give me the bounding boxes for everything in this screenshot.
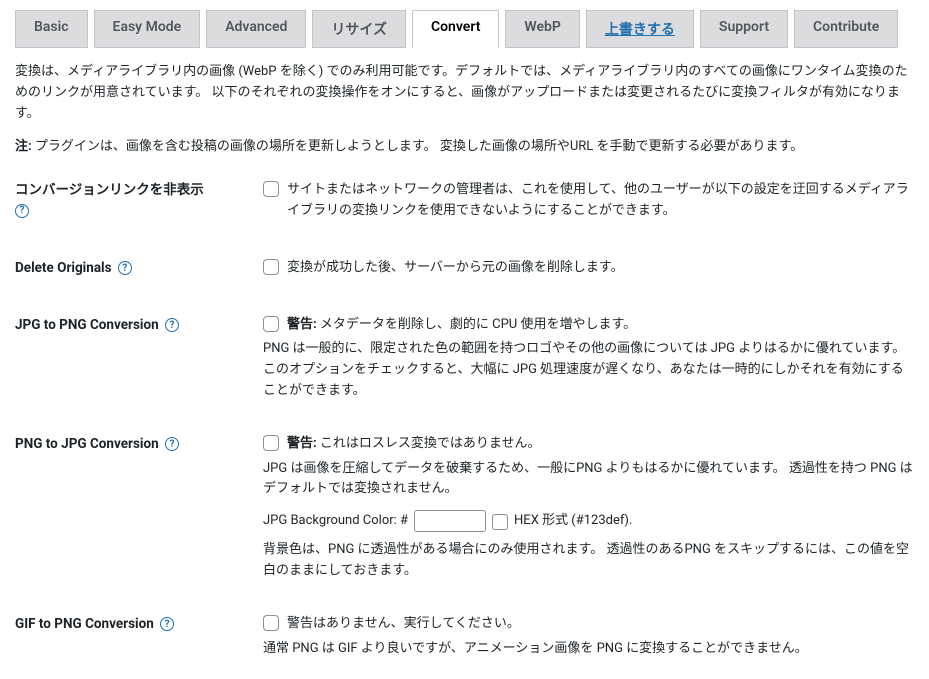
help-icon[interactable]: ?: [165, 318, 179, 332]
row-jpg-to-png: JPG to PNG Conversion ? 警告: メタデータを削除し、劇的…: [15, 315, 914, 402]
checkbox-jpg-to-png[interactable]: [263, 316, 279, 332]
settings-tabs: Basic Easy Mode Advanced リサイズ Convert We…: [15, 10, 914, 48]
tab-basic[interactable]: Basic: [15, 10, 88, 48]
label-gif-to-png: GIF to PNG Conversion ?: [15, 614, 263, 634]
checkbox-hide-conversion-links[interactable]: [263, 181, 279, 197]
label-text-gif-to-png: GIF to PNG Conversion: [15, 616, 154, 632]
label-jpg-to-png: JPG to PNG Conversion ?: [15, 315, 263, 335]
label-hide-conversion-links: コンバージョンリンクを非表示 ?: [15, 180, 263, 221]
desc-jpg-to-png: PNG は一般的に、限定された色の範囲を持つロゴやその他の画像については JPG…: [263, 339, 914, 401]
checkbox-delete-originals[interactable]: [263, 259, 279, 275]
row-delete-originals: Delete Originals ? 変換が成功した後、サーバーから元の画像を削…: [15, 258, 914, 283]
tab-overwrite[interactable]: 上書きする: [586, 10, 694, 48]
label-text-jpg-to-png: JPG to PNG Conversion: [15, 317, 159, 333]
checkbox-gif-to-png[interactable]: [263, 615, 279, 631]
checkbox-text-jpg-to-png: 警告: メタデータを削除し、劇的に CPU 使用を増やします。: [287, 315, 914, 336]
label-text-hide-links: コンバージョンリンクを非表示: [15, 182, 204, 198]
bgcolor-label: JPG Background Color: #: [263, 511, 408, 532]
desc-gif-to-png: 通常 PNG は GIF より良いですが、アニメーション画像を PNG に変換す…: [263, 639, 914, 660]
checkbox-png-to-jpg[interactable]: [263, 435, 279, 451]
warn-text-png-to-jpg: これはロスレス変換ではありません。: [317, 436, 541, 451]
label-text-delete-originals: Delete Originals: [15, 260, 112, 276]
intro-text: 変換は、メディアライブラリ内の画像 (WebP を除く) でのみ利用可能です。デ…: [15, 62, 914, 124]
tab-contribute[interactable]: Contribute: [794, 10, 898, 48]
help-icon[interactable]: ?: [160, 617, 174, 631]
checkbox-text-hide-links: サイトまたはネットワークの管理者は、これを使用して、他のユーザーが以下の設定を迂…: [287, 180, 914, 222]
checkbox-text-delete-originals: 変換が成功した後、サーバーから元の画像を削除します。: [287, 258, 914, 279]
help-icon[interactable]: ?: [165, 437, 179, 451]
warn-text-jpg-to-png: メタデータを削除し、劇的に CPU 使用を増やします。: [317, 317, 636, 332]
checkbox-text-gif-to-png: 警告はありません、実行してください。: [287, 614, 914, 635]
tab-webp[interactable]: WebP: [505, 10, 579, 48]
label-text-png-to-jpg: PNG to JPG Conversion: [15, 436, 159, 452]
checkbox-text-png-to-jpg: 警告: これはロスレス変換ではありません。: [287, 434, 914, 455]
tab-convert[interactable]: Convert: [412, 10, 499, 48]
bgcolor-input[interactable]: [414, 510, 486, 532]
tab-support[interactable]: Support: [700, 10, 788, 48]
tab-easy-mode[interactable]: Easy Mode: [94, 10, 201, 48]
warn-label-png-to-jpg: 警告:: [287, 436, 317, 451]
note-body: プラグインは、画像を含む投稿の画像の場所を更新しようとします。 変換した画像の場…: [32, 139, 804, 154]
note-text: 注: プラグインは、画像を含む投稿の画像の場所を更新しようとします。 変換した画…: [15, 137, 914, 158]
row-png-to-jpg: PNG to JPG Conversion ? 警告: これはロスレス変換ではあ…: [15, 434, 914, 582]
help-icon[interactable]: ?: [118, 261, 132, 275]
label-delete-originals: Delete Originals ?: [15, 258, 263, 278]
warn-label-jpg-to-png: 警告:: [287, 317, 317, 332]
tab-resize[interactable]: リサイズ: [312, 10, 406, 48]
desc-png-to-jpg: JPG は画像を圧縮してデータを破棄するため、一般にPNG よりもはるかに優れて…: [263, 459, 914, 501]
help-icon[interactable]: ?: [15, 204, 29, 218]
note-label: 注:: [15, 139, 32, 154]
row-gif-to-png: GIF to PNG Conversion ? 警告はありません、実行してくださ…: [15, 614, 914, 660]
row-hide-conversion-links: コンバージョンリンクを非表示 ? サイトまたはネットワークの管理者は、これを使用…: [15, 180, 914, 226]
label-png-to-jpg: PNG to JPG Conversion ?: [15, 434, 263, 454]
checkbox-hex-format[interactable]: [492, 514, 508, 530]
bgcolor-desc: 背景色は、PNG に透過性がある場合にのみ使用されます。 透過性のあるPNG を…: [263, 540, 914, 582]
tab-advanced[interactable]: Advanced: [206, 10, 306, 48]
hex-format-label: HEX 形式 (#123def).: [514, 511, 632, 532]
